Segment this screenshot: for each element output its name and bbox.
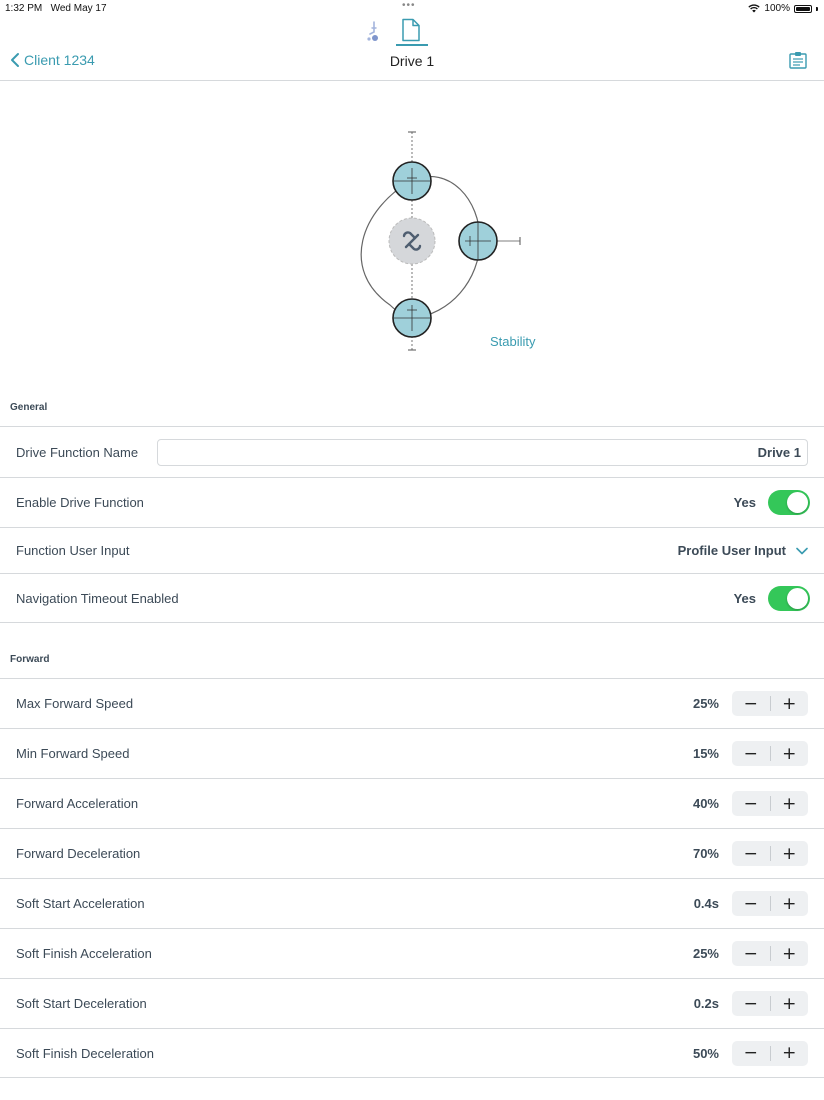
multitask-dots[interactable]: •••	[402, 0, 416, 11]
decrement-button[interactable]: −	[732, 691, 770, 716]
battery-icon	[794, 4, 812, 13]
function-user-input-label: Function User Input	[16, 543, 130, 558]
value-stepper: − +	[732, 1040, 808, 1066]
enable-drive-function-label: Enable Drive Function	[16, 495, 144, 510]
toggle-knob	[787, 587, 808, 609]
drive-diagram	[360, 131, 521, 351]
decrement-button[interactable]: −	[732, 891, 770, 916]
decrement-button[interactable]: −	[732, 1041, 770, 1066]
value-stepper: − +	[732, 941, 808, 966]
increment-button[interactable]: +	[770, 891, 808, 916]
setting-value: 0.2s	[693, 996, 719, 1011]
increment-button[interactable]: +	[770, 1041, 808, 1066]
page-title: Drive 1	[389, 53, 435, 69]
divider	[0, 1077, 824, 1078]
document-icon[interactable]	[400, 18, 422, 42]
status-right: 100%	[748, 3, 818, 14]
increment-button[interactable]: +	[770, 991, 808, 1016]
setting-value: 50%	[692, 1045, 719, 1061]
navigation-timeout-toggle[interactable]	[768, 585, 810, 611]
setting-value: 15%	[692, 746, 719, 761]
setting-value: 0.4s	[693, 896, 719, 911]
setting-label: Min Forward Speed	[16, 746, 130, 761]
setting-value: 25%	[692, 696, 719, 711]
chevron-left-icon	[11, 53, 19, 67]
row-enable-drive-function: Enable Drive Function Yes	[0, 478, 824, 527]
rear-wheel	[392, 298, 432, 338]
setting-value: 25%	[692, 946, 719, 961]
section-header-general: General	[10, 402, 48, 413]
setting-label: Soft Finish Deceleration	[16, 1045, 155, 1061]
back-label: Client 1234	[24, 52, 95, 68]
row-min-forward-speed: Min Forward Speed 15% − +	[0, 729, 824, 778]
clipboard-icon[interactable]	[788, 50, 808, 70]
enable-drive-function-value: Yes	[733, 495, 756, 510]
setting-label: Forward Deceleration	[16, 846, 141, 861]
row-navigation-timeout: Navigation Timeout Enabled Yes	[0, 574, 824, 622]
increment-button[interactable]: +	[770, 791, 808, 816]
battery-tip	[816, 6, 818, 11]
setting-label: Soft Start Acceleration	[16, 896, 145, 911]
status-time: 1:32 PM Wed May 17	[5, 3, 107, 14]
function-user-input-value: Profile User Input	[677, 543, 786, 558]
increment-button[interactable]: +	[770, 941, 808, 966]
section-header-forward: Forward	[10, 654, 50, 665]
decrement-button[interactable]: −	[732, 991, 770, 1016]
setting-value: 70%	[692, 846, 719, 861]
setting-label: Forward Acceleration	[16, 796, 139, 811]
increment-button[interactable]: +	[770, 691, 808, 716]
setting-label: Soft Finish Acceleration	[16, 946, 152, 961]
setting-value: 40%	[692, 796, 719, 811]
status-bar: 1:32 PM Wed May 17 ••• 100%	[0, 0, 824, 16]
decrement-button[interactable]: −	[732, 941, 770, 966]
function-user-input-dropdown[interactable]: Profile User Input	[678, 543, 808, 558]
active-tab-indicator	[396, 44, 428, 46]
decrement-button[interactable]: −	[732, 841, 770, 866]
value-stepper: − +	[732, 691, 808, 716]
row-forward-deceleration: Forward Deceleration 70% − +	[0, 829, 824, 878]
row-soft-start-acceleration: Soft Start Acceleration 0.4s − +	[0, 879, 824, 928]
increment-button[interactable]: +	[770, 841, 808, 866]
value-stepper: − +	[732, 741, 808, 766]
divider	[0, 622, 824, 623]
value-stepper: − +	[732, 991, 808, 1016]
stability-link[interactable]: Stability	[490, 334, 536, 349]
battery-percent: 100%	[764, 3, 790, 14]
toggle-knob	[787, 492, 808, 513]
navigation-bar: Drive 1 Client 1234	[0, 48, 824, 81]
row-soft-finish-acceleration: Soft Finish Acceleration 25% − +	[0, 929, 824, 978]
front-wheel	[392, 161, 432, 201]
back-button[interactable]: Client 1234	[10, 52, 95, 68]
value-stepper: − +	[732, 791, 808, 816]
enable-drive-function-toggle[interactable]	[768, 490, 810, 515]
row-max-forward-speed: Max Forward Speed 25% − +	[0, 679, 824, 728]
decrement-button[interactable]: −	[732, 741, 770, 766]
row-soft-start-deceleration: Soft Start Deceleration 0.2s − +	[0, 979, 824, 1028]
view-switcher	[360, 18, 460, 48]
value-stepper: − +	[732, 891, 808, 916]
row-forward-acceleration: Forward Acceleration 40% − +	[0, 779, 824, 828]
drive-function-name-label: Drive Function Name	[16, 444, 139, 460]
value-stepper: − +	[732, 841, 808, 866]
row-soft-finish-deceleration: Soft Finish Deceleration 50% − +	[0, 1029, 824, 1077]
row-drive-function-name: Drive Function Name	[0, 427, 824, 477]
setting-label: Max Forward Speed	[16, 696, 134, 711]
side-wheel	[458, 221, 498, 261]
navigation-timeout-value: Yes	[733, 590, 756, 606]
drive-function-name-input[interactable]	[157, 438, 808, 466]
chevron-down-icon	[796, 547, 808, 554]
navigation-timeout-label: Navigation Timeout Enabled	[16, 590, 179, 606]
wheelchair-icon[interactable]	[364, 20, 380, 42]
increment-button[interactable]: +	[770, 741, 808, 766]
setting-label: Soft Start Deceleration	[16, 996, 147, 1011]
row-function-user-input: Function User Input Profile User Input	[0, 528, 824, 573]
decrement-button[interactable]: −	[732, 791, 770, 816]
wifi-icon	[748, 4, 761, 13]
